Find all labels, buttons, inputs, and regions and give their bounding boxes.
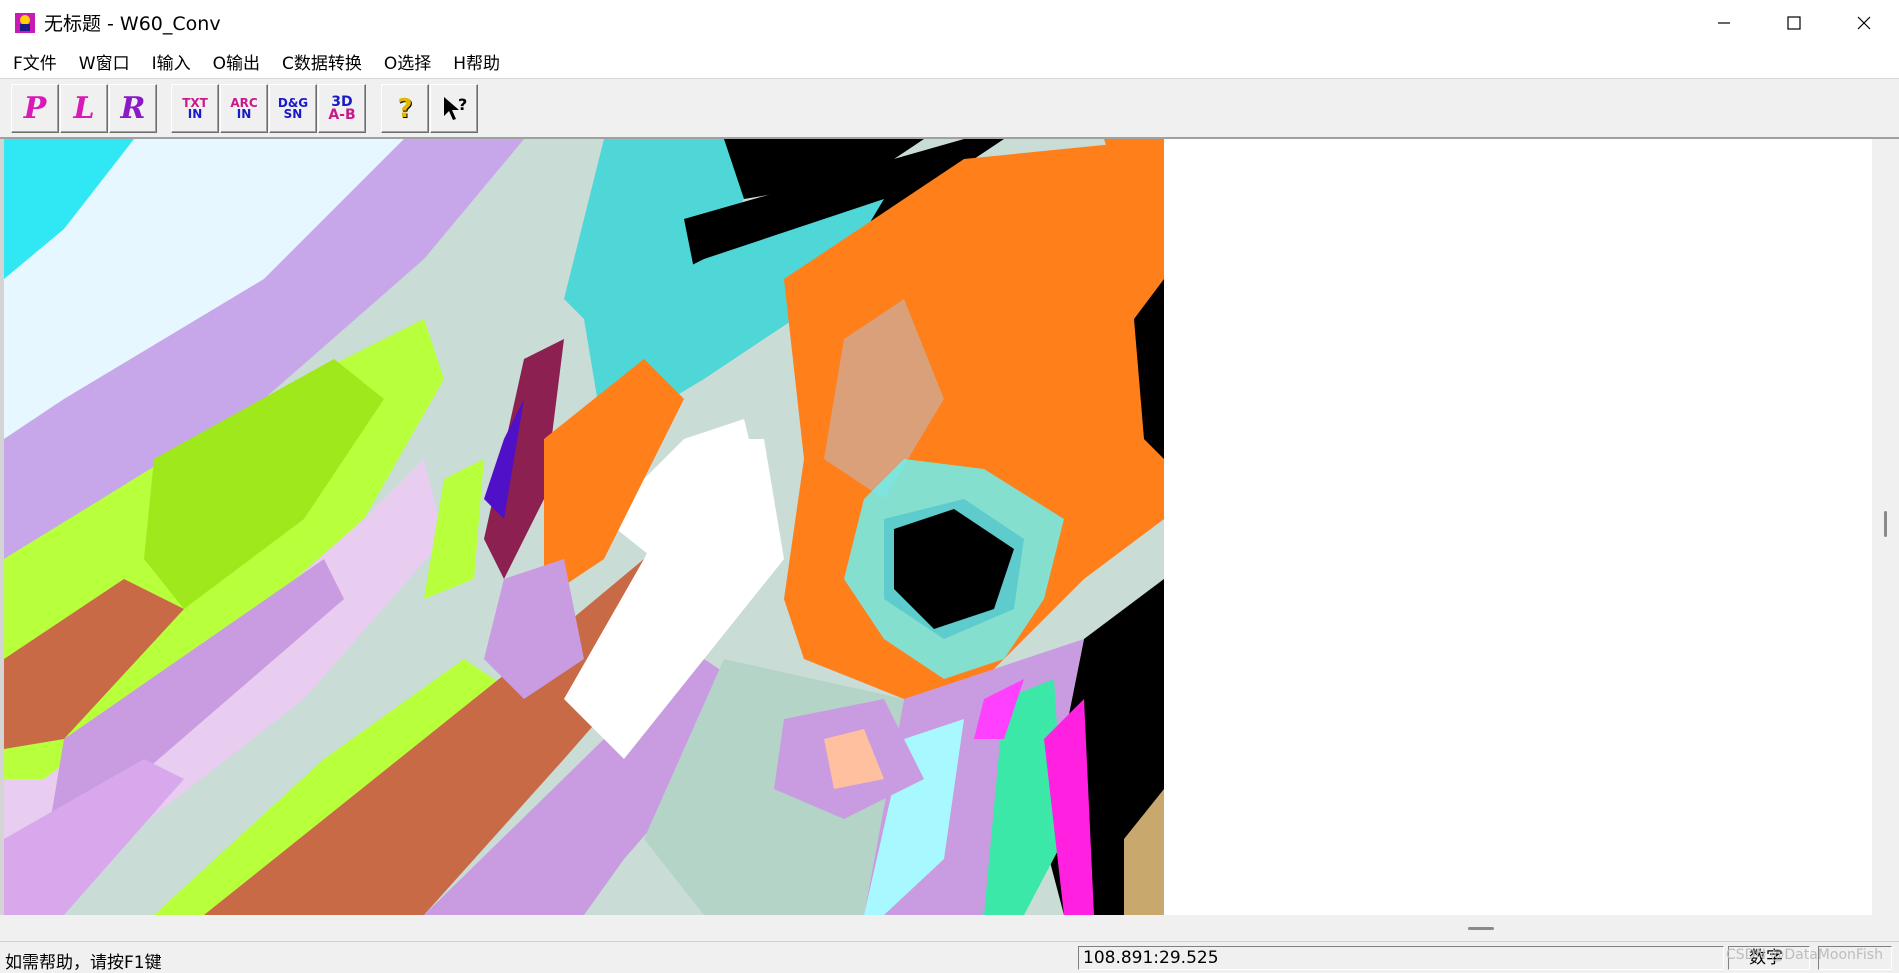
3d-convert-button[interactable]: 3D A-B (318, 84, 366, 133)
close-button[interactable] (1829, 0, 1899, 45)
dxg-input-button[interactable]: D&G SN (269, 84, 317, 133)
3d-convert-icon: 3D A-B (328, 93, 356, 123)
context-help-icon: ? (444, 95, 467, 120)
line-file-button[interactable]: L (60, 84, 108, 133)
menu-output[interactable]: O输出 (200, 49, 269, 74)
point-file-button[interactable]: P (11, 84, 59, 133)
watermark: CSDN @DataMoonFish (1726, 947, 1883, 963)
minimize-icon (1718, 21, 1730, 24)
region-file-icon: R (120, 91, 146, 126)
app-icon (15, 12, 35, 33)
minimize-button[interactable] (1689, 0, 1759, 45)
svg-text:?: ? (458, 95, 467, 114)
menu-input[interactable]: I输入 (139, 49, 200, 74)
status-coordinates: 108.891:29.525 (1078, 946, 1724, 970)
window-title: 无标题 - W60_Conv (44, 13, 221, 35)
point-file-icon: P (23, 91, 47, 126)
menu-help[interactable]: H帮助 (440, 49, 509, 74)
window-controls (1689, 0, 1899, 45)
vertical-scrollbar[interactable] (1872, 139, 1899, 915)
menu-select[interactable]: O选择 (371, 49, 440, 74)
menu-file[interactable]: F文件 (0, 49, 66, 74)
horizontal-scrollbar[interactable] (0, 915, 1899, 941)
map-view[interactable] (0, 139, 1876, 915)
toolbar: P L R TXT IN ARC IN D&G SN 3D A-B ? ? (0, 79, 1899, 139)
arc-input-icon: ARC IN (230, 95, 258, 121)
horizontal-scroll-thumb[interactable] (1468, 927, 1494, 930)
help-button[interactable]: ? (381, 84, 429, 133)
txt-input-button[interactable]: TXT IN (171, 84, 219, 133)
close-icon (1857, 16, 1871, 29)
arc-input-button[interactable]: ARC IN (220, 84, 268, 133)
geologic-map[interactable] (4, 139, 1164, 915)
menu-convert[interactable]: C数据转换 (269, 49, 371, 74)
txt-input-icon: TXT IN (182, 95, 208, 121)
menu-bar: F文件 W窗口 I输入 O输出 C数据转换 O选择 H帮助 (0, 45, 1899, 79)
region-file-button[interactable]: R (109, 84, 157, 133)
help-icon: ? (397, 93, 413, 124)
maximize-icon (1787, 15, 1801, 30)
context-help-button[interactable]: ? (430, 84, 478, 133)
line-file-icon: L (73, 91, 95, 126)
dxg-input-icon: D&G SN (277, 95, 309, 121)
menu-window[interactable]: W窗口 (66, 49, 139, 74)
title-bar: 无标题 - W60_Conv (0, 0, 1899, 45)
maximize-button[interactable] (1759, 0, 1829, 45)
vertical-scroll-thumb[interactable] (1884, 511, 1887, 537)
status-help-text: 如需帮助，请按F1键 (5, 953, 162, 973)
status-bar: 如需帮助，请按F1键 108.891:29.525 数字 (0, 941, 1899, 973)
